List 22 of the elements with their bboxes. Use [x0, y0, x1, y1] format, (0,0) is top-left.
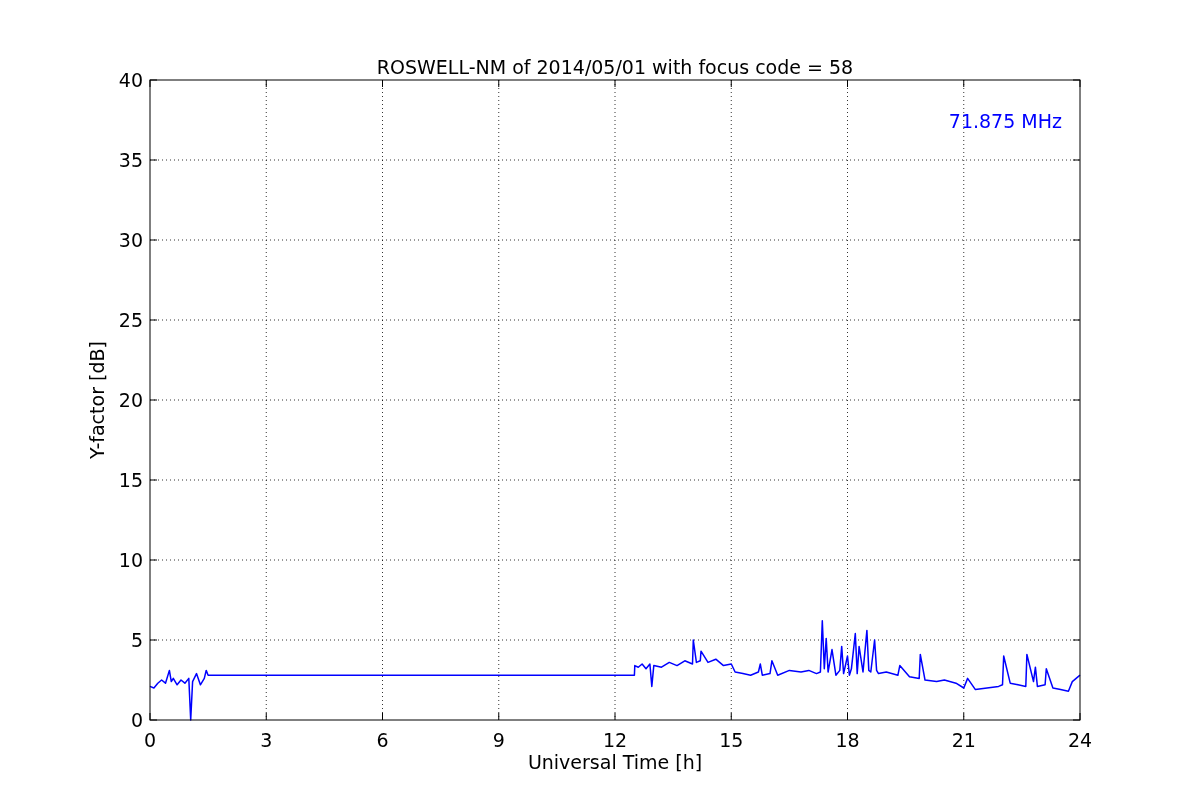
tick-label: 30 [118, 229, 143, 251]
tick-label: 24 [1067, 729, 1093, 751]
y-axis-label: Y-factor [dB] [86, 341, 108, 459]
tick-label: 5 [130, 629, 143, 651]
series-label: 71.875 MHz [948, 110, 1062, 132]
tick-label: 15 [719, 729, 744, 751]
tick-label: 20 [118, 389, 143, 411]
tick-label: 25 [118, 309, 143, 331]
tick-label: 21 [951, 729, 976, 751]
tick-label: 9 [492, 729, 505, 751]
tick-label: 40 [118, 69, 143, 91]
tick-label: 15 [118, 469, 143, 491]
tick-label: 6 [376, 729, 389, 751]
tick-label: 0 [130, 709, 143, 731]
x-axis-label: Universal Time [h] [527, 751, 703, 773]
tick-label: 0 [143, 729, 157, 751]
tick-label: 10 [118, 549, 143, 571]
tick-label: 35 [118, 149, 143, 171]
tick-label: 18 [835, 729, 860, 751]
chart-title: ROSWELL-NM of 2014/05/01 with focus code = 58 [376, 56, 854, 78]
tick-label: 3 [260, 729, 273, 751]
tick-label: 12 [602, 729, 628, 751]
